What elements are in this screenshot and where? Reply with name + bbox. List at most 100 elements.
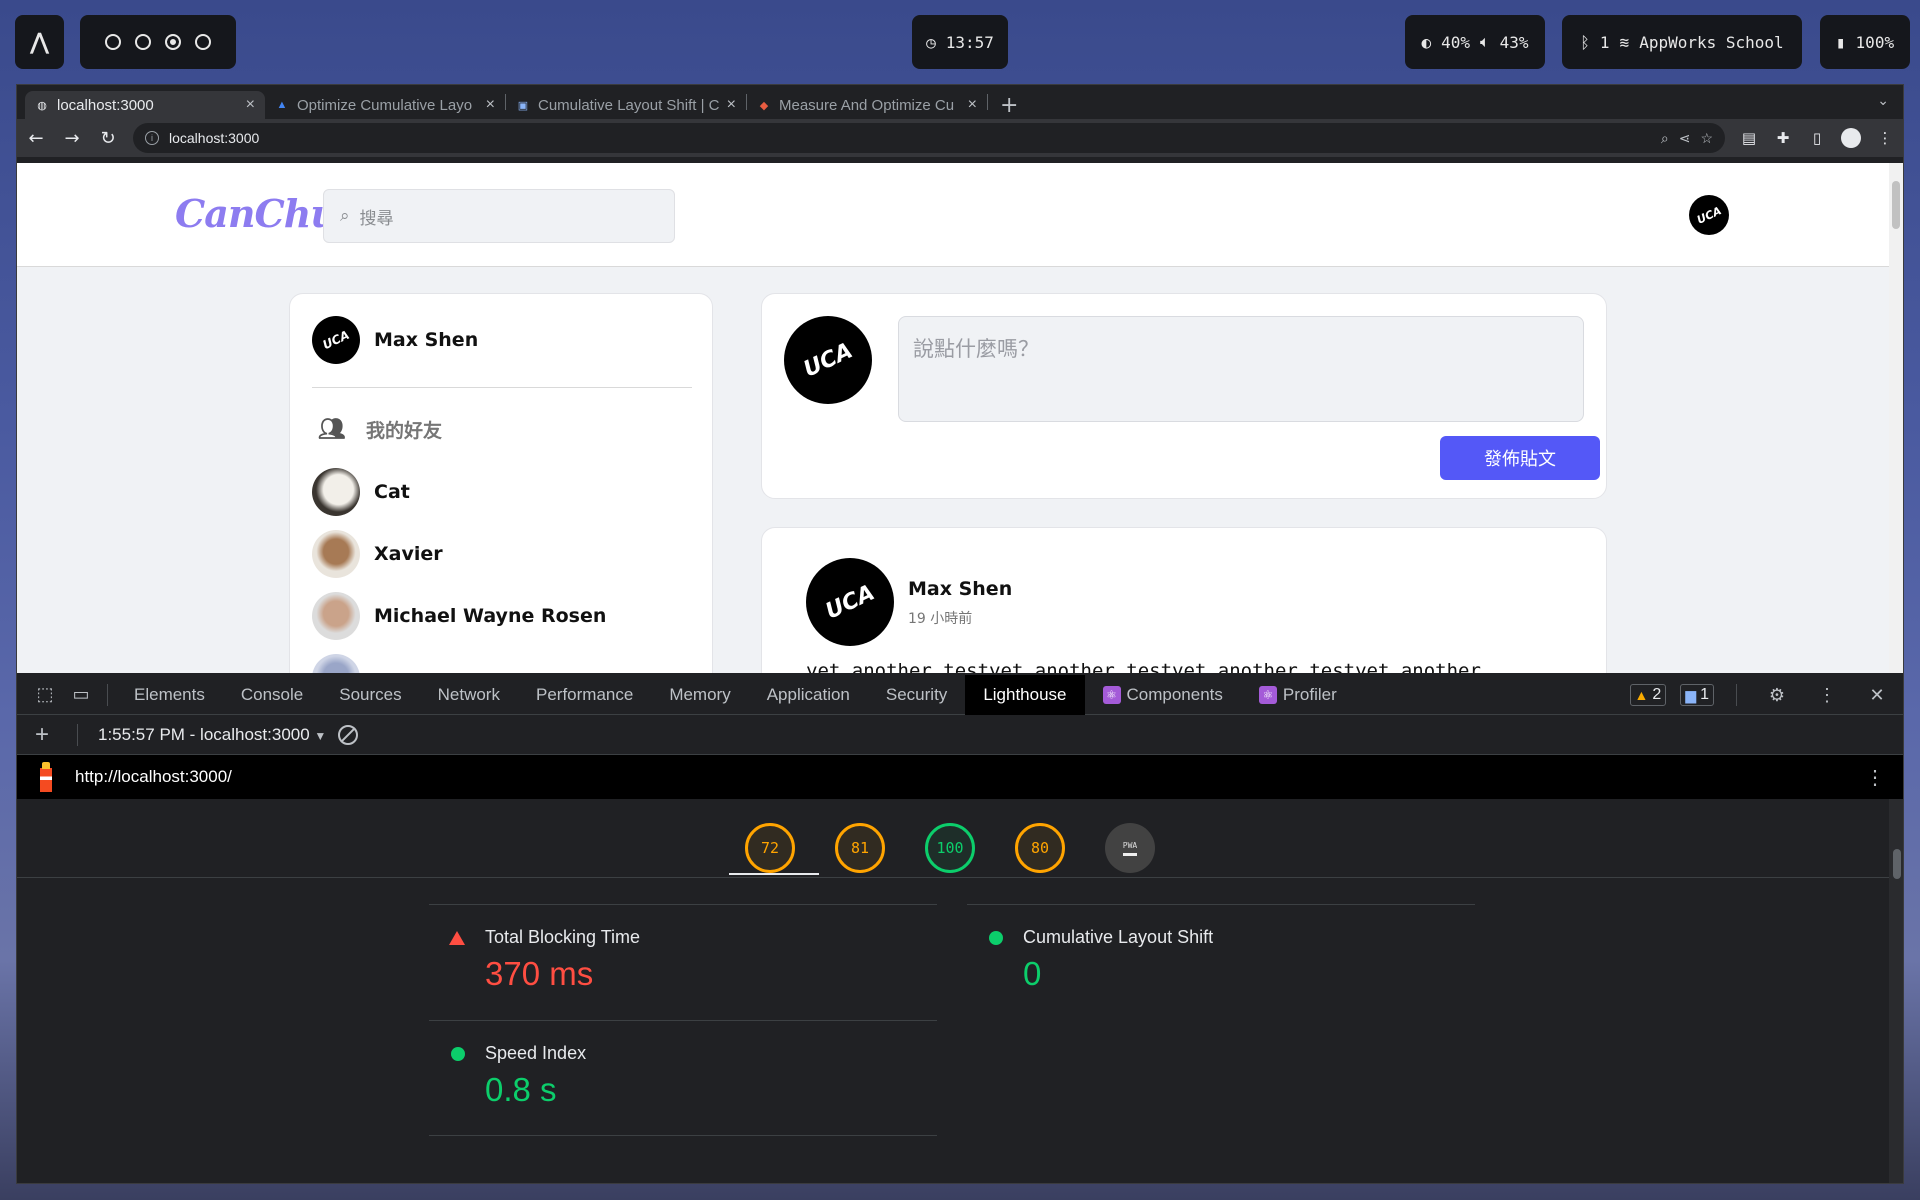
report-selector[interactable]: 1:55:57 PM - localhost:3000 ▼: [98, 725, 326, 745]
site-info-icon[interactable]: i: [145, 131, 159, 145]
tab-title: Cumulative Layout Shift | C: [538, 96, 719, 114]
avatar: [312, 316, 360, 364]
workspace-1-dot[interactable]: [105, 34, 121, 50]
accessibility-score-gauge[interactable]: 81: [835, 823, 885, 873]
kebab-menu-icon[interactable]: ⋮: [1809, 685, 1845, 706]
lighthouse-report: 72 81 100 80 PWA Total Blocking Time 370…: [17, 799, 1889, 1183]
scrollbar-thumb[interactable]: [1893, 849, 1901, 879]
side-panel-icon[interactable]: ▯: [1807, 129, 1827, 147]
scrollbar-thumb[interactable]: [1892, 181, 1900, 229]
best-practices-score-gauge[interactable]: 100: [925, 823, 975, 873]
close-icon[interactable]: ×: [968, 96, 977, 114]
tab-performance[interactable]: Performance: [518, 675, 651, 715]
forward-arrow-icon[interactable]: →: [61, 128, 83, 149]
tab-security[interactable]: Security: [868, 675, 965, 715]
globe-icon: ◍: [37, 99, 47, 112]
post-composer: 說點什麼嗎？ 發佈貼文: [761, 293, 1607, 499]
share-icon[interactable]: ⋖: [1679, 130, 1691, 147]
warnings-badge[interactable]: ▲ 2: [1629, 684, 1667, 706]
friends-icon: 👥︎: [318, 417, 346, 442]
lighthouse-toolbar: + 1:55:57 PM - localhost:3000 ▼: [17, 715, 1903, 755]
workspace-4-dot[interactable]: [195, 34, 211, 50]
kebab-menu-icon[interactable]: ⋮: [1875, 129, 1895, 147]
gear-icon[interactable]: ⚙: [1759, 685, 1795, 706]
workspace-2-dot[interactable]: [135, 34, 151, 50]
kebab-menu-icon[interactable]: ⋮: [1865, 765, 1885, 790]
tab-application[interactable]: Application: [749, 675, 868, 715]
tab-label: Profiler: [1282, 684, 1337, 704]
smashing-icon: ◆: [759, 99, 769, 112]
friend-item-partial[interactable]: [312, 654, 360, 673]
tab-localhost[interactable]: ◍ localhost:3000 ×: [25, 91, 265, 119]
performance-score-gauge[interactable]: 72: [745, 823, 795, 873]
brightness-value: 40%: [1441, 32, 1471, 52]
tab-search-chevron-icon[interactable]: ⌄: [1877, 93, 1889, 109]
search-input[interactable]: ⌕ 搜尋: [323, 189, 675, 243]
extensions-puzzle-icon[interactable]: ✚: [1773, 129, 1793, 147]
new-tab-button[interactable]: +: [988, 91, 1030, 119]
tab-network[interactable]: Network: [420, 675, 518, 715]
device-toolbar-icon[interactable]: ▭: [63, 684, 99, 705]
my-profile-link[interactable]: Max Shen: [312, 316, 478, 364]
avatar[interactable]: [806, 558, 894, 646]
publish-post-button[interactable]: 發佈貼文: [1440, 436, 1600, 480]
tab-lighthouse[interactable]: Lighthouse: [965, 674, 1085, 715]
tab-sources[interactable]: Sources: [321, 675, 419, 715]
tab-memory[interactable]: Memory: [651, 675, 748, 715]
messages-badge[interactable]: ▆ 1: [1680, 684, 1714, 706]
new-report-plus-icon[interactable]: +: [27, 721, 57, 749]
site-logo[interactable]: CanChu: [175, 191, 338, 236]
close-icon[interactable]: ×: [246, 96, 255, 114]
report-scrollbar[interactable]: [1889, 799, 1903, 1183]
friend-item-cat[interactable]: Cat: [312, 468, 410, 516]
launcher-button[interactable]: ⋀: [15, 15, 64, 69]
my-friends-heading[interactable]: 👥︎ 我的好友: [318, 416, 442, 443]
tab-profiler[interactable]: ⚛ Profiler: [1241, 675, 1355, 715]
network-widget[interactable]: ᛒ 1 ≋ AppWorks School: [1562, 15, 1802, 69]
battery-value: 100%: [1855, 32, 1895, 52]
pwa-score-gauge[interactable]: PWA: [1105, 823, 1155, 873]
post-body: yet another testyet another testyet anot…: [806, 660, 1481, 673]
tab-console[interactable]: Console: [223, 675, 321, 715]
extension-line-icon[interactable]: ▤: [1739, 129, 1759, 147]
friend-name: Xavier: [374, 543, 443, 565]
friend-item-xavier[interactable]: Xavier: [312, 530, 443, 578]
page-viewport: CanChu ⌕ 搜尋 Max Shen 👥︎ 我的好友 Cat: [17, 163, 1889, 673]
profile-avatar-icon[interactable]: [1841, 128, 1861, 148]
devtools-panel: ⬚ ▭ Elements Console Sources Network Per…: [17, 674, 1903, 1183]
address-bar[interactable]: i localhost:3000 ⌕ ⋖ ☆: [133, 123, 1725, 153]
react-icon: ⚛: [1102, 685, 1121, 704]
tab-elements[interactable]: Elements: [116, 675, 223, 715]
tab-cls-chrome[interactable]: ▣ Cumulative Layout Shift | C ×: [506, 91, 746, 119]
zoom-icon[interactable]: ⌕: [1661, 130, 1669, 147]
tab-title: Optimize Cumulative Layo: [297, 96, 473, 114]
brightness-volume-widget[interactable]: ◐ 40% 🔈︎ 43%: [1405, 15, 1545, 69]
bookmark-star-icon[interactable]: ☆: [1700, 130, 1713, 147]
reload-icon[interactable]: ↻: [97, 128, 119, 149]
workspace-3-dot[interactable]: [165, 34, 181, 50]
battery-widget[interactable]: ▮ 100%: [1820, 15, 1910, 69]
back-arrow-icon[interactable]: ←: [25, 128, 47, 149]
close-icon[interactable]: ×: [486, 96, 495, 114]
inspect-element-icon[interactable]: ⬚: [27, 684, 63, 705]
tab-title: localhost:3000: [57, 96, 154, 114]
seo-score-gauge[interactable]: 80: [1015, 823, 1065, 873]
post-textarea[interactable]: 說點什麼嗎？: [898, 316, 1584, 422]
post-author[interactable]: Max Shen: [908, 578, 1012, 600]
devtools-tab-bar: ⬚ ▭ Elements Console Sources Network Per…: [17, 674, 1903, 715]
browser-window: ◍ localhost:3000 × ▲ Optimize Cumulative…: [16, 84, 1904, 1184]
lighthouse-url[interactable]: http://localhost:3000/: [75, 767, 232, 787]
tab-optimize-cls[interactable]: ▲ Optimize Cumulative Layo ×: [265, 91, 505, 119]
header-avatar[interactable]: [1689, 195, 1729, 235]
page-scrollbar[interactable]: [1889, 163, 1903, 673]
clock-widget[interactable]: ◷ 13:57: [912, 15, 1008, 69]
close-icon[interactable]: ×: [727, 96, 736, 114]
close-icon[interactable]: ✕: [1859, 685, 1895, 706]
clear-reports-icon[interactable]: [338, 724, 359, 745]
tab-components[interactable]: ⚛ Components: [1085, 675, 1241, 715]
friend-item-michael[interactable]: Michael Wayne Rosen: [312, 592, 606, 640]
tab-measure-cls[interactable]: ◆ Measure And Optimize Cu ×: [747, 91, 987, 119]
pwa-dash-icon: [1123, 852, 1137, 856]
pass-dot-icon: [451, 1047, 465, 1061]
lighthouse-logo-icon: [35, 762, 57, 792]
